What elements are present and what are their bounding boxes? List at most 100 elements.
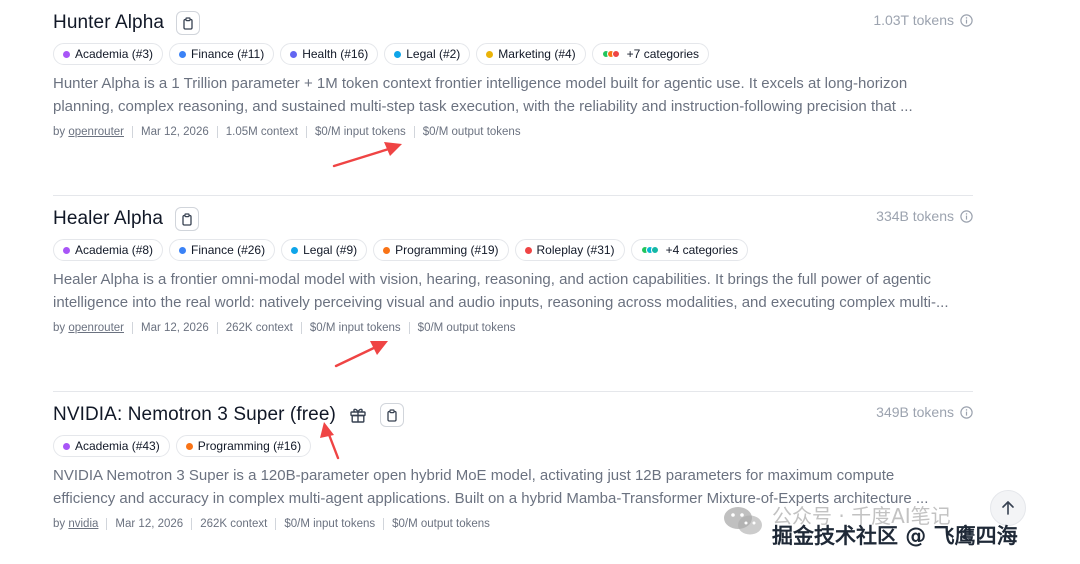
input-price: $0/M input tokens: [314, 126, 406, 138]
category-label: Legal (#9): [303, 243, 358, 257]
release-date: Mar 12, 2026: [140, 126, 209, 138]
annotation-arrow: [334, 341, 388, 368]
category-dot: [185, 442, 193, 450]
category-tags: Academia (#3) Finance (#11) Health (#16)…: [53, 43, 710, 65]
gift-icon: [348, 405, 368, 425]
category-tag[interactable]: Academia (#8): [53, 239, 164, 261]
release-date: Mar 12, 2026: [115, 518, 184, 530]
author-link[interactable]: nvidia: [68, 518, 98, 530]
description-line: Healer Alpha is a frontier omni-modal mo…: [53, 271, 931, 288]
description-line: NVIDIA Nemotron 3 Super is a 120B-parame…: [53, 467, 895, 484]
divider: [216, 126, 218, 138]
model-title-link[interactable]: Healer Alpha: [53, 208, 163, 230]
model-title-row: Hunter Alpha: [53, 10, 973, 36]
category-label: Legal (#2): [406, 47, 461, 61]
model-title-row: Healer Alpha: [53, 206, 973, 232]
category-tag[interactable]: Marketing (#4): [476, 43, 586, 65]
author-link[interactable]: openrouter: [68, 126, 124, 138]
more-categories-tag[interactable]: +4 categories: [630, 239, 748, 261]
info-icon[interactable]: [960, 13, 973, 27]
model-description: Healer Alpha is a frontier omni-modal mo…: [53, 268, 968, 314]
category-dot: [179, 246, 187, 254]
description-line: intelligence into the real world: native…: [53, 294, 949, 311]
model-title-link[interactable]: NVIDIA: Nemotron 3 Super (free): [53, 404, 336, 426]
category-dot: [63, 442, 70, 450]
info-icon[interactable]: [960, 209, 973, 223]
description-line: Hunter Alpha is a 1 Trillion parameter +…: [53, 75, 908, 92]
author-prefix: by: [53, 126, 66, 138]
divider: [131, 126, 133, 138]
context-length: 262K context: [200, 518, 268, 530]
category-label: Programming (#16): [197, 439, 302, 453]
category-label: +7 categories: [626, 47, 700, 61]
category-dot: [179, 50, 187, 58]
token-count-label: 349B tokens: [876, 404, 954, 420]
category-label: Health (#16): [302, 47, 369, 61]
category-tags: Academia (#43) Programming (#16): [53, 435, 312, 457]
description-line: planning, complex reasoning, and sustain…: [53, 98, 913, 115]
category-tag[interactable]: Legal (#9): [281, 239, 368, 261]
category-tag[interactable]: Roleplay (#31): [514, 239, 625, 261]
divider: [300, 322, 302, 334]
category-dot: [290, 50, 298, 58]
category-tag[interactable]: Programming (#16): [175, 435, 312, 457]
category-label: Roleplay (#31): [536, 243, 615, 257]
token-count-label: 334B tokens: [876, 208, 954, 224]
output-price: $0/M output tokens: [392, 518, 490, 530]
model-meta: by nvidia Mar 12, 2026 262K context $0/M…: [53, 518, 490, 530]
token-count: 349B tokens: [876, 404, 973, 420]
info-icon[interactable]: [960, 405, 973, 419]
release-date: Mar 12, 2026: [140, 322, 209, 334]
copy-button[interactable]: [379, 403, 404, 427]
divider: [131, 322, 133, 334]
category-label: Academia (#43): [75, 439, 160, 453]
watermark-line-2: 掘金技术社区 @ 飞鹰四海: [772, 524, 1018, 548]
multi-category-dots: [640, 246, 661, 254]
category-tag[interactable]: Programming (#19): [373, 239, 509, 261]
multi-category-dots: [601, 50, 622, 58]
token-count: 334B tokens: [876, 208, 973, 224]
annotation-arrow: [332, 142, 402, 168]
category-dot: [383, 246, 391, 254]
category-tag[interactable]: Academia (#43): [53, 435, 170, 457]
category-tag[interactable]: Academia (#3): [53, 43, 164, 65]
category-tag[interactable]: Finance (#26): [169, 239, 276, 261]
arrow-up-icon: [1002, 501, 1014, 515]
divider: [408, 322, 410, 334]
category-label: Finance (#26): [191, 243, 266, 257]
copy-button[interactable]: [176, 11, 201, 35]
category-tag[interactable]: Legal (#2): [384, 43, 471, 65]
category-dot: [394, 50, 402, 58]
divider: [275, 518, 277, 530]
category-dot: [63, 50, 70, 58]
output-price: $0/M output tokens: [417, 322, 516, 334]
output-price: $0/M output tokens: [422, 126, 521, 138]
model-card: Hunter Alpha 1.03T tokens Academia (#3) …: [53, 0, 973, 196]
author-link[interactable]: openrouter: [68, 322, 124, 334]
category-label: Academia (#3): [75, 47, 154, 61]
model-list: Hunter Alpha 1.03T tokens Academia (#3) …: [53, 0, 973, 564]
divider: [305, 126, 307, 138]
category-dot: [291, 246, 299, 254]
category-tags: Academia (#8) Finance (#26) Legal (#9) P…: [53, 239, 748, 261]
clipboard-icon: [183, 16, 193, 30]
model-title-link[interactable]: Hunter Alpha: [53, 12, 164, 34]
divider: [106, 518, 108, 530]
divider: [413, 126, 415, 138]
copy-button[interactable]: [175, 207, 199, 231]
category-dot: [486, 50, 494, 58]
model-meta: by openrouter Mar 12, 2026 262K context …: [53, 322, 515, 334]
annotation-arrow: [320, 422, 340, 460]
category-label: Programming (#19): [395, 243, 499, 257]
category-dot: [524, 246, 532, 254]
author-prefix: by: [53, 518, 66, 530]
category-label: Academia (#8): [75, 243, 154, 257]
more-categories-tag[interactable]: +7 categories: [591, 43, 710, 65]
model-card: Healer Alpha 334B tokens Academia (#8) F…: [53, 196, 973, 392]
category-tag[interactable]: Finance (#11): [169, 43, 275, 65]
model-meta: by openrouter Mar 12, 2026 1.05M context…: [53, 126, 521, 138]
category-tag[interactable]: Health (#16): [280, 43, 379, 65]
wechat-icon: [724, 507, 762, 535]
clipboard-icon: [387, 408, 397, 422]
input-price: $0/M input tokens: [284, 518, 376, 530]
